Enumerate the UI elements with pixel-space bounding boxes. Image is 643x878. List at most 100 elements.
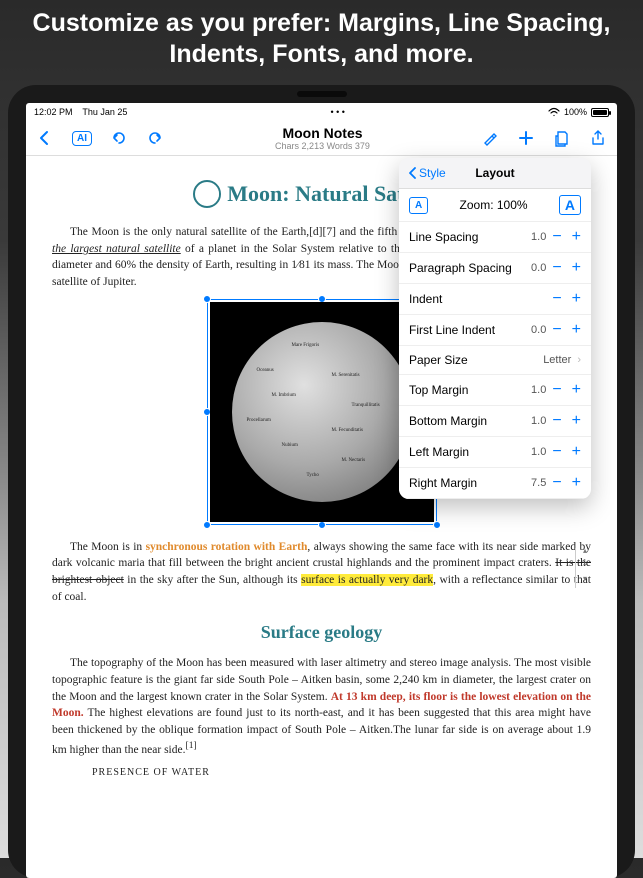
scroll-down-icon[interactable]: ▾ xyxy=(583,574,587,583)
doc-title: Moon Notes xyxy=(275,125,370,141)
paragraph-2: The Moon is in synchronous rotation with… xyxy=(52,539,591,606)
row-label: Paragraph Spacing xyxy=(409,261,531,275)
ipad-frame: 12:02 PM Thu Jan 25 • • • 100% AI Moon N… xyxy=(8,85,635,878)
increment-button[interactable]: + xyxy=(572,382,581,398)
text-run: The highest elevations are found just to… xyxy=(52,707,591,755)
text-run: The Moon is in xyxy=(70,541,146,553)
decrement-button[interactable]: − xyxy=(552,291,561,307)
layout-row-paragraph-spacing: Paragraph Spacing0.0−+ xyxy=(399,253,591,284)
popover-back-button[interactable]: Style xyxy=(409,166,446,180)
status-dots: • • • xyxy=(330,107,344,117)
crescent-moon-icon xyxy=(193,180,221,208)
row-label: Paper Size xyxy=(409,353,543,367)
text-run-orange-bold: synchronous rotation with Earth xyxy=(146,541,308,553)
row-value: 1.0 xyxy=(531,231,546,243)
row-value: 0.0 xyxy=(531,262,546,274)
subheading: PRESENCE OF WATER xyxy=(92,766,591,781)
row-label: Line Spacing xyxy=(409,230,531,244)
increment-button[interactable]: + xyxy=(572,413,581,429)
status-time: 12:02 PM xyxy=(34,107,73,117)
row-value: 7.5 xyxy=(531,477,546,489)
stepper: −+ xyxy=(552,444,581,460)
zoom-out-button[interactable]: A xyxy=(409,197,428,214)
back-button[interactable] xyxy=(36,129,54,147)
row-label: Top Margin xyxy=(409,383,531,397)
stepper: −+ xyxy=(552,291,581,307)
layout-row-top-margin: Top Margin1.0−+ xyxy=(399,375,591,406)
zoom-in-button[interactable]: A xyxy=(559,195,581,215)
scroll-up-icon[interactable]: ▴ xyxy=(583,546,587,555)
decrement-button[interactable]: − xyxy=(552,229,561,245)
zoom-row: A Zoom: 100% A xyxy=(399,189,591,222)
layout-row-paper-size: Paper SizeLetter › xyxy=(399,346,591,375)
popover-header: Style Layout xyxy=(399,158,591,189)
decrement-button[interactable]: − xyxy=(552,260,561,276)
ai-button[interactable]: AI xyxy=(72,131,92,146)
stepper: −+ xyxy=(552,413,581,429)
layout-popover: Style Layout A Zoom: 100% A Line Spacing… xyxy=(399,158,591,499)
row-value: 0.0 xyxy=(531,324,546,336)
resize-handle-br[interactable] xyxy=(433,521,441,529)
wifi-icon xyxy=(548,107,560,117)
promo-headline: Customize as you prefer: Margins, Line S… xyxy=(0,0,643,89)
zoom-label: Zoom: 100% xyxy=(460,198,528,212)
popover-back-label: Style xyxy=(419,166,446,180)
battery-pct: 100% xyxy=(564,107,587,117)
layout-row-bottom-margin: Bottom Margin1.0−+ xyxy=(399,406,591,437)
heading-2: Surface geology xyxy=(52,619,591,645)
resize-handle-bm[interactable] xyxy=(318,521,326,529)
row-value: 1.0 xyxy=(531,415,546,427)
row-label: Indent xyxy=(409,292,546,306)
increment-button[interactable]: + xyxy=(572,229,581,245)
resize-handle-bl[interactable] xyxy=(203,521,211,529)
decrement-button[interactable]: − xyxy=(552,382,561,398)
increment-button[interactable]: + xyxy=(572,322,581,338)
format-button[interactable] xyxy=(481,129,499,147)
layout-row-left-margin: Left Margin1.0−+ xyxy=(399,437,591,468)
text-run-superscript: [1] xyxy=(186,740,197,751)
page-button[interactable] xyxy=(553,129,571,147)
layout-row-first-line-indent: First Line Indent0.0−+ xyxy=(399,315,591,346)
decrement-button[interactable]: − xyxy=(552,444,561,460)
increment-button[interactable]: + xyxy=(572,260,581,276)
layout-row-right-margin: Right Margin7.5−+ xyxy=(399,468,591,499)
stepper: −+ xyxy=(552,322,581,338)
row-value: 1.0 xyxy=(531,384,546,396)
row-label: Right Margin xyxy=(409,476,531,490)
toolbar: AI Moon Notes Chars 2,213 Words 379 xyxy=(26,121,617,156)
moon-disc: Mare Frigoris Oceanus M. Serenitatis M. … xyxy=(232,322,412,502)
increment-button[interactable]: + xyxy=(572,475,581,491)
decrement-button[interactable]: − xyxy=(552,475,561,491)
stepper: −+ xyxy=(552,475,581,491)
status-right: 100% xyxy=(548,107,609,117)
increment-button[interactable]: + xyxy=(572,444,581,460)
layout-row-line-spacing: Line Spacing1.0−+ xyxy=(399,222,591,253)
decrement-button[interactable]: − xyxy=(552,413,561,429)
row-label: Bottom Margin xyxy=(409,414,531,428)
stepper: −+ xyxy=(552,229,581,245)
row-label: First Line Indent xyxy=(409,323,531,337)
title-area: Moon Notes Chars 2,213 Words 379 xyxy=(275,125,370,151)
add-button[interactable] xyxy=(517,129,535,147)
redo-button[interactable] xyxy=(146,129,164,147)
battery-icon xyxy=(591,108,609,117)
page-number: 1 xyxy=(583,558,587,567)
row-label: Left Margin xyxy=(409,445,531,459)
status-date: Thu Jan 25 xyxy=(82,107,127,117)
status-bar: 12:02 PM Thu Jan 25 • • • 100% xyxy=(26,103,617,121)
doc-stats: Chars 2,213 Words 379 xyxy=(275,141,370,151)
layout-row-indent: Indent−+ xyxy=(399,284,591,315)
decrement-button[interactable]: − xyxy=(552,322,561,338)
stepper: −+ xyxy=(552,382,581,398)
increment-button[interactable]: + xyxy=(572,291,581,307)
share-button[interactable] xyxy=(589,129,607,147)
paragraph-3: The topography of the Moon has been meas… xyxy=(52,655,591,758)
status-left: 12:02 PM Thu Jan 25 xyxy=(34,107,127,117)
chevron-right-icon[interactable]: › xyxy=(577,354,581,366)
page-scroll-indicator[interactable]: ▴ 1 ▾ xyxy=(575,548,589,588)
undo-button[interactable] xyxy=(110,129,128,147)
row-value: Letter xyxy=(543,354,571,366)
stepper: −+ xyxy=(552,260,581,276)
row-value: 1.0 xyxy=(531,446,546,458)
text-run-highlight: surface is actually very dark xyxy=(301,574,433,586)
